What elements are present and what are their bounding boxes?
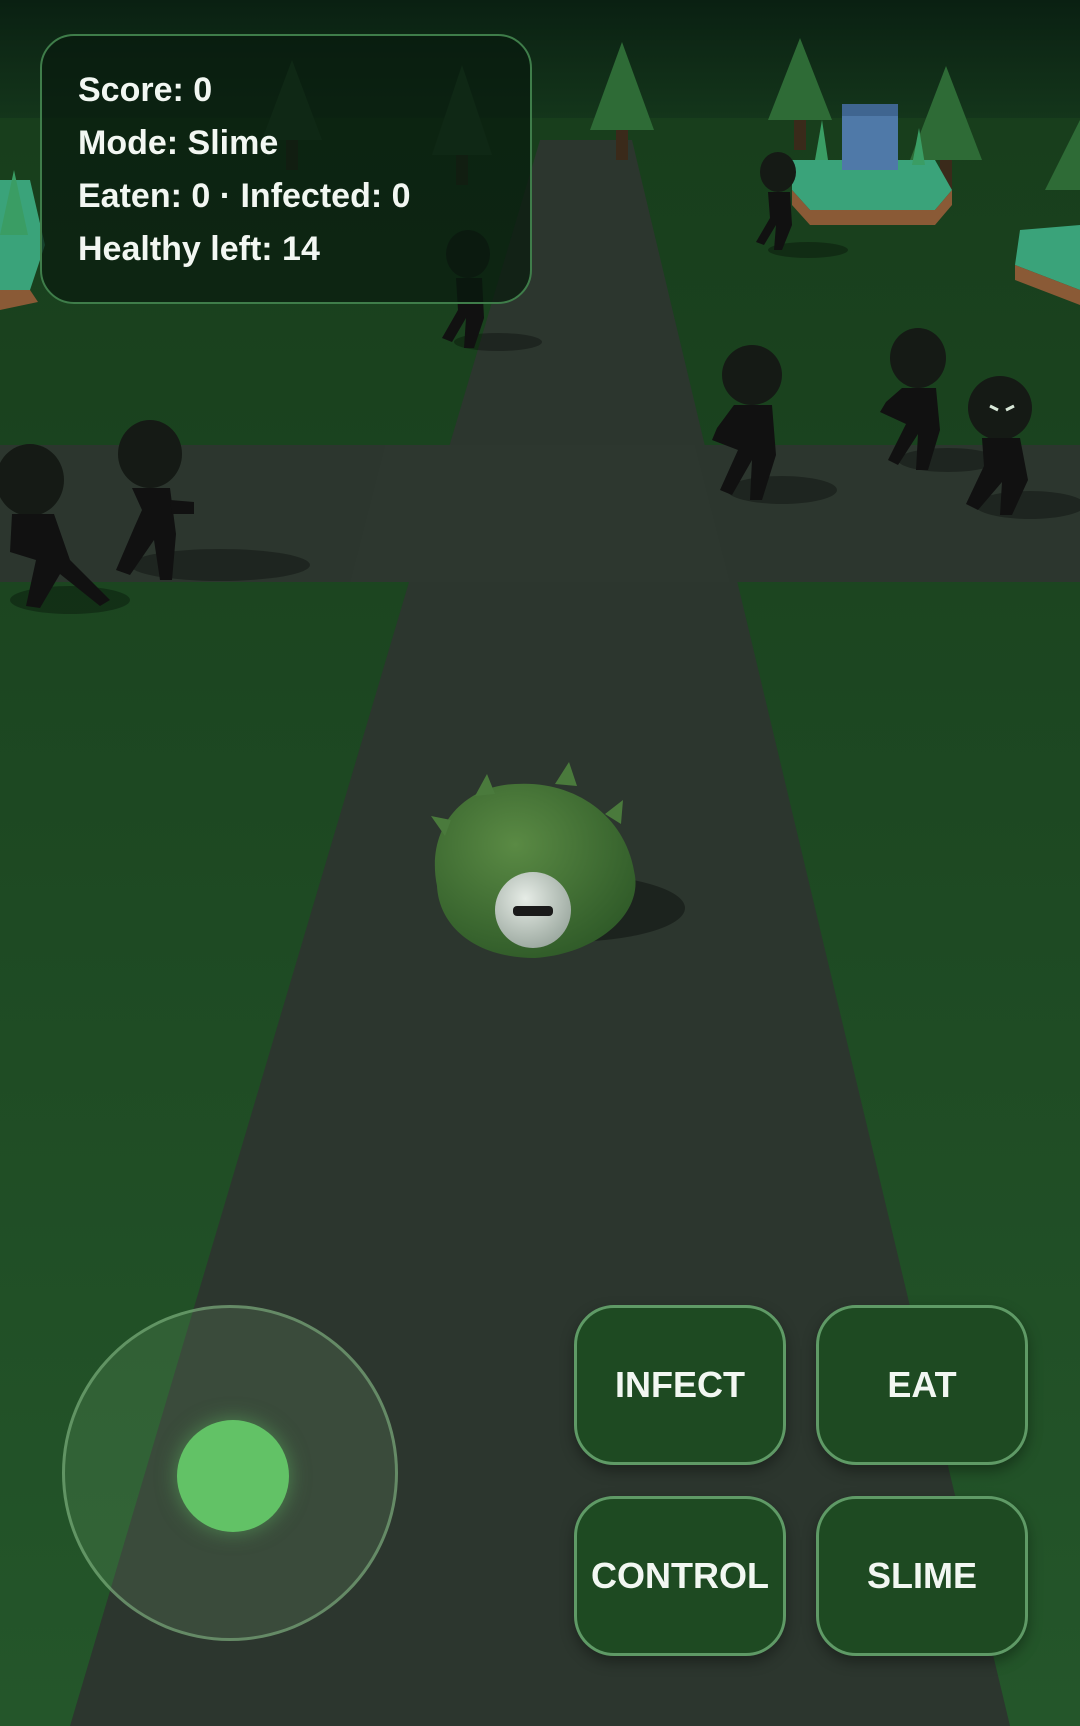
road-junction <box>350 445 730 582</box>
virtual-joystick[interactable] <box>62 1305 398 1641</box>
joystick-knob[interactable] <box>177 1420 289 1532</box>
slime-button[interactable]: SLIME <box>816 1496 1028 1656</box>
eat-button[interactable]: EAT <box>816 1305 1028 1465</box>
mode-text: Mode: Slime <box>78 124 279 162</box>
stats-panel: Score: 0 Mode: Slime Eaten: 0 · Infected… <box>40 34 532 304</box>
game-viewport[interactable]: Score: 0 Mode: Slime Eaten: 0 · Infected… <box>0 0 1080 1726</box>
infect-button[interactable]: INFECT <box>574 1305 786 1465</box>
score-text: Score: 0 <box>78 71 213 109</box>
healthy-left-text: Healthy left: 14 <box>78 230 320 268</box>
control-button[interactable]: CONTROL <box>574 1496 786 1656</box>
eaten-infected-text: Eaten: 0 · Infected: 0 <box>78 177 411 215</box>
